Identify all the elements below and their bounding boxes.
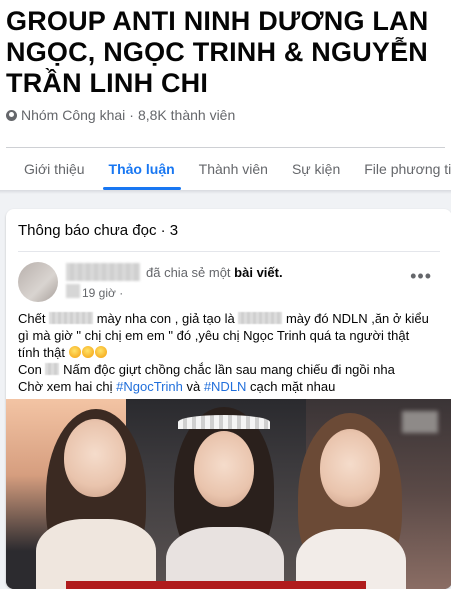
tab-media[interactable]: File phương ti bbox=[352, 148, 451, 190]
photo-red-strip bbox=[66, 581, 366, 589]
blurred-name bbox=[238, 312, 283, 324]
photo-figure-dress bbox=[296, 529, 406, 589]
unread-notifications-heading[interactable]: Thông báo chưa đọc · 3 bbox=[6, 209, 451, 251]
text-span: mày đó NDLN ,ăn ở kiểu bbox=[282, 311, 429, 326]
text-span: tính thật bbox=[18, 345, 69, 360]
post-timestamp[interactable]: 19 giờ · bbox=[82, 286, 123, 300]
tab-about[interactable]: Giới thiệu bbox=[18, 148, 97, 190]
feed-card: Thông báo chưa đọc · 3 đã chia sẻ một bà… bbox=[6, 209, 451, 589]
tab-discussion[interactable]: Thảo luận bbox=[97, 148, 187, 190]
laughing-emoji-icon bbox=[94, 346, 107, 358]
time-blur bbox=[66, 284, 80, 298]
post-line-1: Chết mày nha con , giả tạo là mày đó NDL… bbox=[18, 310, 440, 327]
photo-tiara bbox=[178, 415, 270, 429]
hashtag-ndln[interactable]: #NDLN bbox=[204, 379, 247, 394]
text-span: Nấm độc giựt chồng chắc lần sau mang chi… bbox=[59, 362, 395, 377]
shared-line: đã chia sẻ một bài viết. bbox=[146, 265, 283, 280]
text-span: mày nha con , giả tạo là bbox=[93, 311, 239, 326]
blurred-name bbox=[49, 312, 94, 324]
shared-text: đã chia sẻ một bbox=[146, 265, 231, 280]
more-dots-icon[interactable]: ••• bbox=[410, 266, 432, 287]
blurred-name bbox=[45, 363, 60, 375]
text-span: và bbox=[182, 379, 204, 394]
tab-members[interactable]: Thành viên bbox=[187, 148, 280, 190]
group-title[interactable]: GROUP ANTI NINH DƯƠNG LAN NGỌC, NGỌC TRI… bbox=[6, 6, 446, 99]
group-header: GROUP ANTI NINH DƯƠNG LAN NGỌC, NGỌC TRI… bbox=[0, 0, 451, 190]
post-line-2: gì mà giờ " chị chị em em " đó ,yêu chị … bbox=[18, 328, 410, 343]
post-meta: đã chia sẻ một bài viết. 19 giờ · bbox=[66, 262, 366, 308]
post-body: Chết mày nha con , giả tạo là mày đó NDL… bbox=[6, 308, 451, 395]
avatar[interactable] bbox=[18, 262, 58, 302]
shared-post-link[interactable]: bài viết. bbox=[234, 265, 282, 280]
header-shadow bbox=[0, 190, 451, 194]
group-meta: Nhóm Công khai · 8,8K thành viên bbox=[6, 107, 451, 123]
globe-icon bbox=[6, 109, 17, 121]
post-photo[interactable] bbox=[6, 399, 451, 589]
photo-blur-patch bbox=[402, 411, 438, 433]
tab-events[interactable]: Sự kiện bbox=[280, 148, 352, 190]
photo-figure-dress bbox=[166, 527, 284, 589]
text-span: cạch mặt nhau bbox=[246, 379, 336, 394]
text-span: Con bbox=[18, 362, 46, 377]
post-line-4: Con Nấm độc giựt chồng chắc lần sau mang… bbox=[18, 361, 440, 378]
post-line-3: tính thật bbox=[18, 344, 440, 361]
photo-figure-face bbox=[320, 429, 380, 507]
hashtag-ngoctrinh[interactable]: #NgocTrinh bbox=[116, 379, 183, 394]
text-span: Chờ xem hai chị bbox=[18, 379, 117, 394]
group-members-count[interactable]: 8,8K thành viên bbox=[138, 107, 235, 123]
photo-figure-face bbox=[64, 419, 126, 497]
laughing-emoji-icon bbox=[68, 346, 81, 358]
meta-separator: · bbox=[129, 107, 134, 123]
group-privacy[interactable]: Nhóm Công khai bbox=[21, 107, 125, 123]
post-header: đã chia sẻ một bài viết. 19 giờ · ••• bbox=[6, 252, 451, 308]
laughing-emoji-icon bbox=[81, 346, 94, 358]
post-line-5: Chờ xem hai chị #NgocTrinh và #NDLN cạch… bbox=[18, 378, 440, 395]
photo-figure-face bbox=[194, 431, 254, 507]
text-span: Chết bbox=[18, 311, 50, 326]
author-name-blurred[interactable] bbox=[66, 263, 140, 281]
group-tabs: Giới thiệu Thảo luận Thành viên Sự kiện … bbox=[6, 148, 451, 190]
photo-figure-dress bbox=[36, 519, 156, 589]
